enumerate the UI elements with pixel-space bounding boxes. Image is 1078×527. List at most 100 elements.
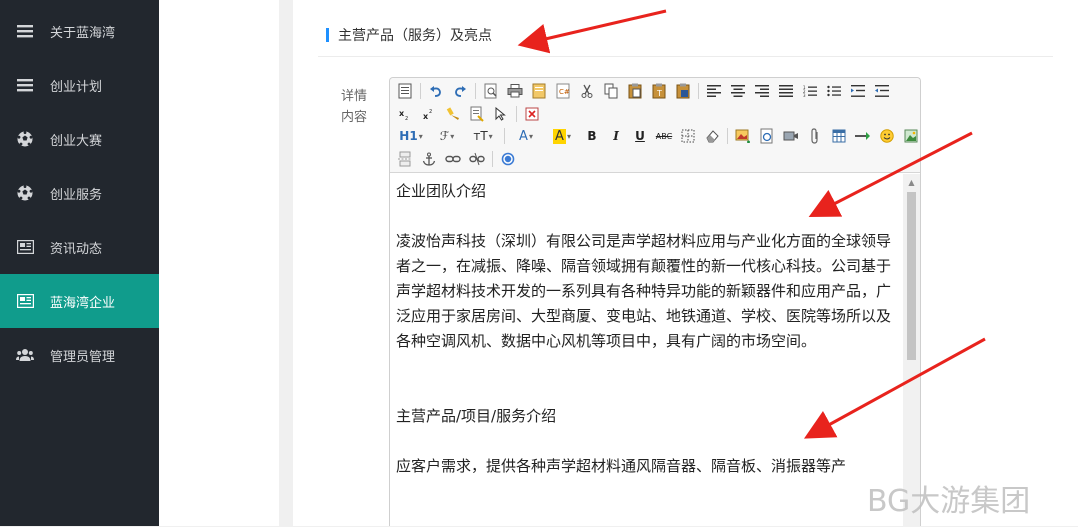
format-painter-icon[interactable] <box>444 105 462 123</box>
border-icon[interactable] <box>679 127 697 145</box>
toolbar-row: H1 ▾ ℱ ▾ ᴛT ▾ A ▾ A ▾ B I U ABC <box>396 126 926 146</box>
strike-label: ABC <box>655 131 673 141</box>
sidebar-item-news[interactable]: 资讯动态 <box>0 220 159 274</box>
paste-text-icon[interactable]: T <box>650 82 668 100</box>
paste-icon[interactable] <box>626 82 644 100</box>
select-all-icon[interactable] <box>492 105 510 123</box>
menu-icon <box>16 76 34 94</box>
ordered-list-icon[interactable]: 123 <box>801 82 819 100</box>
background-color-dropdown[interactable]: A ▾ <box>547 127 577 145</box>
anchor-icon[interactable] <box>420 150 438 168</box>
toolbar-separator <box>698 83 699 99</box>
section-accent-bar <box>326 28 329 42</box>
attachment-icon[interactable] <box>806 127 824 145</box>
unordered-list-icon[interactable] <box>825 82 843 100</box>
sidebar-item-label: 创业服务 <box>50 187 103 203</box>
emoticon-icon[interactable] <box>878 127 896 145</box>
users-icon <box>16 346 34 364</box>
flash-icon[interactable] <box>758 127 776 145</box>
paste-word-icon[interactable] <box>674 82 692 100</box>
link-icon[interactable] <box>444 150 462 168</box>
editor-paragraph <box>396 379 897 404</box>
heading-dropdown[interactable]: H1 ▾ <box>396 127 426 145</box>
sidebar-item-about[interactable]: 关于蓝海湾 <box>0 4 159 58</box>
cut-icon[interactable] <box>578 82 596 100</box>
gallery-icon[interactable] <box>902 127 920 145</box>
table-icon[interactable] <box>830 127 848 145</box>
editor-paragraph: 主营产品/项目/服务介绍 <box>396 407 557 425</box>
sidebar-item-label: 资讯动态 <box>50 241 103 257</box>
sidebar-item-label: 蓝海湾企业 <box>50 295 116 311</box>
strikethrough-button[interactable]: ABC <box>655 127 673 145</box>
redo-icon[interactable] <box>451 82 469 100</box>
content-left-panel <box>159 0 279 526</box>
copy-icon[interactable] <box>602 82 620 100</box>
font-family-dropdown[interactable]: ℱ ▾ <box>432 127 462 145</box>
clear-doc-icon[interactable] <box>523 105 541 123</box>
font-size-label: ᴛT <box>473 129 488 143</box>
template-icon[interactable] <box>530 82 548 100</box>
bold-button[interactable]: B <box>583 127 601 145</box>
toolbar-row: C# T 123 <box>396 81 897 101</box>
underline-button[interactable]: U <box>631 127 649 145</box>
align-right-icon[interactable] <box>753 82 771 100</box>
outdent-icon[interactable] <box>873 82 891 100</box>
editor-scrollbar[interactable]: ▲ <box>903 174 920 527</box>
menu-icon <box>16 22 34 40</box>
indent-icon[interactable] <box>849 82 867 100</box>
unlink-icon[interactable] <box>468 150 486 168</box>
code-icon[interactable]: C# <box>554 82 572 100</box>
undo-icon[interactable] <box>427 82 445 100</box>
sidebar-item-admins[interactable]: 管理员管理 <box>0 328 159 382</box>
editor-paragraph: 凌波怡声科技（深圳）有限公司是声学超材料应用与产业化方面的全球领导者之一，在减振… <box>396 232 892 350</box>
section-title: 主营产品（服务）及亮点 <box>338 28 492 44</box>
svg-text:3: 3 <box>803 93 806 97</box>
svg-text:2: 2 <box>405 116 408 121</box>
toolbar-row: x2 x2 <box>396 104 547 124</box>
font-family-label: ℱ <box>439 129 450 143</box>
toolbar-row <box>396 149 523 169</box>
subscript-icon[interactable]: x2 <box>396 105 414 123</box>
toolbar-separator <box>420 83 421 99</box>
bg-color-label: A <box>553 128 566 144</box>
toolbar-separator <box>475 83 476 99</box>
sidebar-item-plan[interactable]: 创业计划 <box>0 58 159 112</box>
sidebar-item-companies[interactable]: 蓝海湾企业 <box>0 274 159 328</box>
newspaper-icon <box>16 292 34 310</box>
source-icon[interactable] <box>396 82 414 100</box>
eraser-icon[interactable] <box>703 127 721 145</box>
italic-label: I <box>613 129 619 143</box>
toolbar-separator <box>504 128 505 144</box>
sidebar: 关于蓝海湾 创业计划 创业大赛 创业服务 资讯动态 蓝海湾企业 管理员管理 <box>0 0 159 526</box>
newspaper-icon <box>16 238 34 256</box>
align-center-icon[interactable] <box>729 82 747 100</box>
soccer-ball-icon <box>16 184 34 202</box>
svg-text:C#: C# <box>559 88 570 96</box>
editor-content[interactable]: 企业团队介绍 凌波怡声科技（深圳）有限公司是声学超材料应用与产业化方面的全球领导… <box>390 174 903 527</box>
section-divider <box>318 56 1053 57</box>
preview-icon[interactable] <box>482 82 500 100</box>
font-color-dropdown[interactable]: A ▾ <box>511 127 541 145</box>
media-icon[interactable] <box>782 127 800 145</box>
sidebar-item-contest[interactable]: 创业大赛 <box>0 112 159 166</box>
page-break-icon[interactable] <box>396 150 414 168</box>
horizontal-rule-icon[interactable] <box>854 127 872 145</box>
editor-paragraph <box>396 354 897 379</box>
editor-paragraph <box>396 429 897 454</box>
underline-label: U <box>635 129 645 143</box>
image-upload-icon[interactable] <box>734 127 752 145</box>
help-icon[interactable] <box>499 150 517 168</box>
italic-button[interactable]: I <box>607 127 625 145</box>
align-left-icon[interactable] <box>705 82 723 100</box>
auto-typeset-icon[interactable] <box>468 105 486 123</box>
align-justify-icon[interactable] <box>777 82 795 100</box>
font-size-dropdown[interactable]: ᴛT ▾ <box>468 127 498 145</box>
scroll-thumb[interactable] <box>907 192 916 360</box>
scroll-up-arrow-icon[interactable]: ▲ <box>903 176 920 188</box>
print-icon[interactable] <box>506 82 524 100</box>
section-header: 主营产品（服务）及亮点 <box>326 25 492 45</box>
bold-label: B <box>587 129 597 143</box>
superscript-icon[interactable]: x2 <box>420 105 438 123</box>
editor-paragraph <box>396 204 897 229</box>
sidebar-item-service[interactable]: 创业服务 <box>0 166 159 220</box>
